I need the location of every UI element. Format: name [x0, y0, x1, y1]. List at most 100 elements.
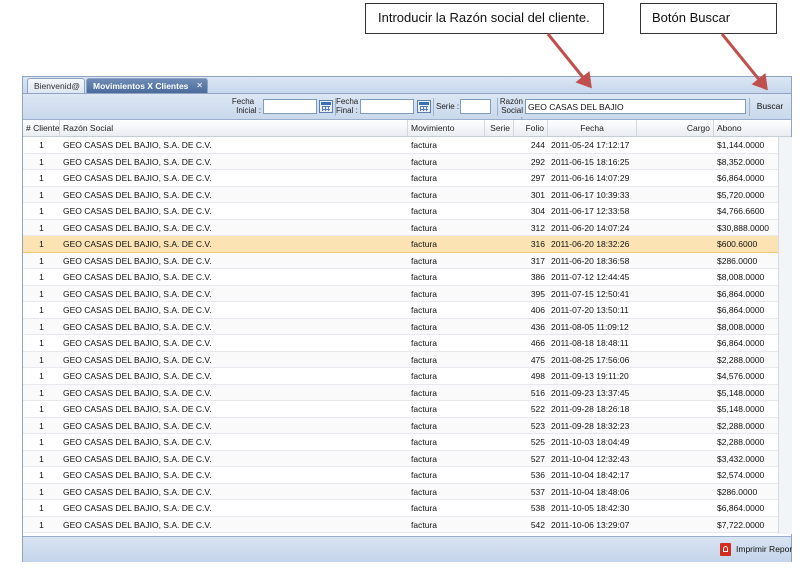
column-header-fecha[interactable]: Fecha	[548, 120, 637, 136]
cell-cargo	[637, 500, 714, 516]
cell-cargo	[637, 335, 714, 351]
cell-cliente: 1	[39, 255, 44, 266]
table-row[interactable]: 1 GEO CASAS DEL BAJIO, S.A. DE C.V. factur…	[23, 186, 778, 203]
table-row[interactable]: 1 GEO CASAS DEL BAJIO, S.A. DE C.V. factur…	[23, 153, 778, 170]
table-row[interactable]: 1 GEO CASAS DEL BAJIO, S.A. DE C.V. factur…	[23, 384, 778, 401]
table-row[interactable]: 1 GEO CASAS DEL BAJIO, S.A. DE C.V. factur…	[23, 252, 778, 269]
table-row[interactable]: 1 GEO CASAS DEL BAJIO, S.A. DE C.V. factur…	[23, 236, 778, 253]
column-header-cliente[interactable]: # Cliente	[23, 120, 60, 136]
cell-abono: $4,766.6600	[717, 206, 765, 216]
column-header-cargo[interactable]: Cargo	[637, 120, 714, 136]
table-row[interactable]: 1 GEO CASAS DEL BAJIO, S.A. DE C.V. factur…	[23, 318, 778, 335]
tab-label: Movimientos X Clientes	[93, 81, 189, 91]
cell-cliente: 1	[39, 189, 44, 200]
cell-folio: 527	[530, 453, 545, 464]
cell-fecha: 2011-10-06 13:29:07	[551, 519, 630, 530]
cell-abono: $2,288.0000	[717, 354, 765, 365]
cell-folio: 386	[530, 272, 545, 282]
cell-cargo	[637, 220, 714, 236]
status-bar: Imprimir Repor	[23, 536, 792, 562]
cell-cargo	[637, 352, 714, 368]
table-row[interactable]: 1 GEO CASAS DEL BAJIO, S.A. DE C.V. factur…	[23, 368, 778, 385]
cell-cliente: 1	[39, 173, 44, 183]
serie-input[interactable]	[460, 99, 491, 114]
cell-movimiento: factura	[411, 272, 437, 282]
table-row[interactable]: 1 GEO CASAS DEL BAJIO, S.A. DE C.V. factur…	[23, 219, 778, 236]
cell-movimiento: factura	[411, 519, 437, 530]
table-row[interactable]: 1 GEO CASAS DEL BAJIO, S.A. DE C.V. factur…	[23, 335, 778, 352]
table-row[interactable]: 1 GEO CASAS DEL BAJIO, S.A. DE C.V. factur…	[23, 351, 778, 368]
column-header-razon-social[interactable]: Razón Social	[60, 120, 408, 136]
cell-folio: 317	[530, 255, 545, 266]
table-row[interactable]: 1 GEO CASAS DEL BAJIO, S.A. DE C.V. factur…	[23, 401, 778, 418]
cell-cargo	[637, 401, 714, 417]
cell-folio: 516	[530, 387, 545, 398]
cell-folio: 522	[530, 404, 545, 414]
tab-bienvenido[interactable]: Bienvenid@	[27, 78, 85, 93]
cell-cargo	[637, 170, 714, 186]
cell-razon: GEO CASAS DEL BAJIO, S.A. DE C.V.	[63, 486, 212, 497]
table-row[interactable]: 1 GEO CASAS DEL BAJIO, S.A. DE C.V. factur…	[23, 417, 778, 434]
table-row[interactable]: 1 GEO CASAS DEL BAJIO, S.A. DE C.V. factur…	[23, 203, 778, 220]
cell-cliente: 1	[39, 222, 44, 233]
fecha-inicial-input[interactable]	[263, 99, 317, 114]
column-header-serie[interactable]: Serie	[485, 120, 514, 136]
cell-fecha: 2011-06-15 18:16:25	[551, 156, 630, 167]
cell-fecha: 2011-09-13 19:11:20	[551, 371, 629, 381]
cell-cliente: 1	[39, 486, 44, 497]
pdf-icon[interactable]	[720, 543, 731, 556]
cell-razon: GEO CASAS DEL BAJIO, S.A. DE C.V.	[63, 189, 212, 200]
calendar-icon[interactable]	[417, 100, 431, 113]
cell-folio: 395	[530, 288, 545, 299]
table-row[interactable]: 1 GEO CASAS DEL BAJIO, S.A. DE C.V. factur…	[23, 285, 778, 302]
cell-movimiento: factura	[411, 404, 437, 414]
cell-cliente: 1	[39, 404, 44, 414]
cell-serie	[485, 170, 514, 186]
cell-serie	[485, 269, 514, 285]
cell-folio: 316	[530, 239, 545, 249]
cell-cliente: 1	[39, 437, 44, 447]
column-header-movimiento[interactable]: Movimiento	[408, 120, 485, 136]
cell-fecha: 2011-08-25 17:56:06	[551, 354, 630, 365]
razon-social-input[interactable]	[525, 99, 746, 114]
cell-razon: GEO CASAS DEL BAJIO, S.A. DE C.V.	[63, 503, 212, 513]
column-header-abono[interactable]: Abono	[714, 120, 791, 136]
table-row[interactable]: 1 GEO CASAS DEL BAJIO, S.A. DE C.V. factur…	[23, 467, 778, 484]
cell-cargo	[637, 418, 714, 434]
close-icon[interactable]: ✕	[196, 79, 203, 93]
table-row[interactable]: 1 GEO CASAS DEL BAJIO, S.A. DE C.V. factur…	[23, 450, 778, 467]
cell-cargo	[637, 302, 714, 318]
cell-abono: $6,864.0000	[717, 288, 765, 299]
cell-folio: 466	[530, 338, 545, 348]
table-row[interactable]: 1 GEO CASAS DEL BAJIO, S.A. DE C.V. factur…	[23, 269, 778, 286]
table-row[interactable]: 1 GEO CASAS DEL BAJIO, S.A. DE C.V. factur…	[23, 500, 778, 517]
cell-fecha: 2011-07-20 13:50:11	[551, 305, 629, 315]
table-row[interactable]: 1 GEO CASAS DEL BAJIO, S.A. DE C.V. factur…	[23, 137, 778, 154]
table-row[interactable]: 1 GEO CASAS DEL BAJIO, S.A. DE C.V. factur…	[23, 483, 778, 500]
imprimir-reporte-button[interactable]: Imprimir Repor	[736, 544, 792, 554]
table-row[interactable]: 1 GEO CASAS DEL BAJIO, S.A. DE C.V. factur…	[23, 170, 778, 187]
cell-serie	[485, 451, 514, 467]
cell-fecha: 2011-06-20 18:36:58	[551, 255, 630, 266]
table-row[interactable]: 1 GEO CASAS DEL BAJIO, S.A. DE C.V. factur…	[23, 302, 778, 319]
table-row[interactable]: 1 GEO CASAS DEL BAJIO, S.A. DE C.V. factur…	[23, 434, 778, 451]
cell-abono: $5,148.0000	[717, 404, 765, 414]
cell-razon: GEO CASAS DEL BAJIO, S.A. DE C.V.	[63, 371, 212, 381]
cell-cliente: 1	[39, 321, 44, 332]
cell-cargo	[637, 517, 714, 533]
cell-fecha: 2011-09-28 18:32:23	[551, 420, 630, 431]
cell-abono: $2,288.0000	[717, 437, 765, 447]
cell-fecha: 2011-08-18 18:48:11	[551, 338, 629, 348]
vertical-scrollbar[interactable]	[778, 137, 792, 534]
cell-abono: $600.6000	[717, 239, 758, 249]
cell-serie	[485, 302, 514, 318]
cell-fecha: 2011-05-24 17:12:17	[551, 140, 630, 150]
column-header-folio[interactable]: Folio	[514, 120, 548, 136]
grid-header: # Cliente Razón Social Movimiento Serie …	[23, 120, 791, 137]
buscar-button[interactable]: Buscar	[751, 97, 789, 115]
tab-movimientos-x-clientes[interactable]: Movimientos X Clientes ✕	[86, 78, 208, 93]
cell-folio: 297	[530, 173, 545, 183]
fecha-final-input[interactable]	[360, 99, 414, 114]
table-row[interactable]: 1 GEO CASAS DEL BAJIO, S.A. DE C.V. factur…	[23, 516, 778, 533]
calendar-icon[interactable]	[319, 100, 333, 113]
